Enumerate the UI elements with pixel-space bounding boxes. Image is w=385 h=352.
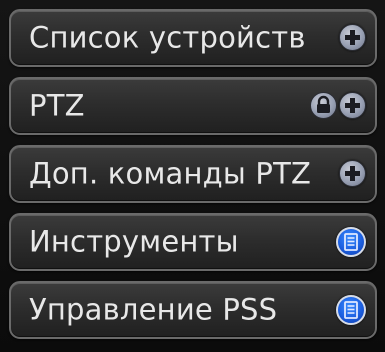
menu-item-label: Список устройств [29, 20, 306, 55]
lock-icon[interactable] [310, 92, 337, 119]
menu-item-pss-control[interactable]: Управление PSS [9, 281, 377, 339]
menu-item-device-list[interactable]: Список устройств [9, 9, 377, 67]
menu-item-tools[interactable]: Инструменты [9, 213, 377, 271]
menu-item-label: Инструменты [29, 224, 239, 259]
plus-icon[interactable] [339, 160, 366, 187]
menu-item-label: PTZ [29, 88, 85, 123]
menu-item-ptz[interactable]: PTZ [9, 77, 377, 135]
menu-item-label: Доп. команды PTZ [29, 156, 312, 191]
document-icon[interactable] [336, 295, 366, 325]
menu-item-label: Управление PSS [29, 292, 278, 327]
document-icon[interactable] [336, 227, 366, 257]
side-menu-panel: Список устройств PTZ Доп. команды PTZ Ин… [0, 0, 385, 352]
plus-icon[interactable] [339, 24, 366, 51]
menu-item-extra-ptz-commands[interactable]: Доп. команды PTZ [9, 145, 377, 203]
plus-icon[interactable] [339, 92, 366, 119]
